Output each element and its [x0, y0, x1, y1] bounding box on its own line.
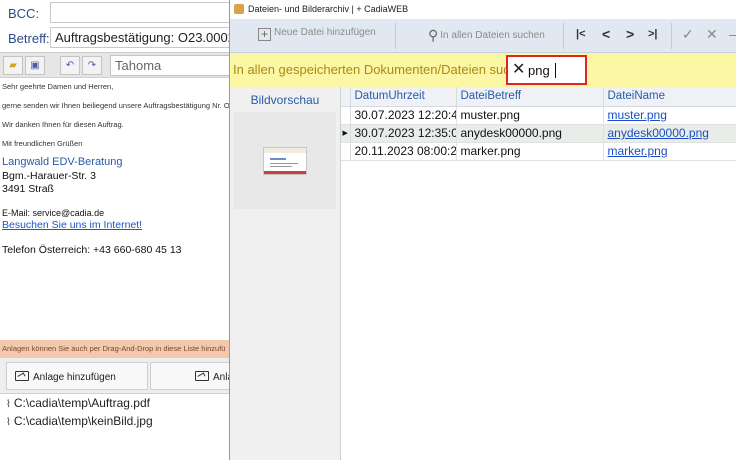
signature-city: 3491 Straß — [2, 182, 54, 195]
first-record-icon[interactable]: |< — [576, 28, 586, 40]
search-label: In allen gespeicherten Dokumenten/Dateie… — [233, 62, 532, 77]
app-icon — [234, 4, 244, 14]
cell-filename-link[interactable]: muster.png — [603, 106, 736, 125]
current-row-arrow-icon: ▶ — [341, 124, 351, 143]
magnifier-icon: ⚲ — [428, 27, 439, 43]
website-link[interactable]: Besuchen Sie uns im Internet! — [2, 219, 230, 232]
bcc-row: BCC: — [0, 0, 232, 25]
row-indicator — [341, 142, 351, 161]
folder-open-icon — [195, 371, 209, 381]
attachment-hint: Anlagen können Sie auch per Drag-And-Dro… — [0, 340, 232, 358]
new-file-label: Neue Datei hinzufügen — [274, 27, 376, 38]
add-attachment-button[interactable]: Anlage hinzufügen — [6, 362, 148, 390]
plus-icon: + — [258, 28, 271, 41]
table-row[interactable]: 30.07.2023 12:20:43 muster.png muster.pn… — [341, 106, 736, 125]
attachment-item[interactable]: ⌇ C:\cadia\temp\Auftrag.pdf — [0, 396, 232, 414]
paperclip-icon: ⌇ — [6, 417, 11, 428]
text-caret — [555, 63, 556, 78]
search-all-label: In allen Dateien suchen — [440, 30, 545, 41]
clear-search-icon[interactable]: ✕ — [512, 61, 525, 79]
attachment-toolbar: Anlage hinzufügen Anla — [0, 358, 232, 394]
column-header-subject[interactable]: DateiBetreff — [456, 87, 604, 107]
body-closing: Mit freundlichen Grüßen — [2, 139, 83, 148]
signature-street: Bgm.-Harauer-Str. 3 — [2, 169, 96, 182]
subject-field[interactable]: Auftragsbestätigung: O23.00026 — [50, 27, 232, 48]
subject-label: Betreff: — [8, 31, 50, 46]
image-preview-panel: Bildvorschau — [230, 87, 340, 460]
cell-date: 30.07.2023 12:20:43 — [350, 106, 457, 125]
dialog-title: Dateien- und Bilderarchiv | + CadiaWEB — [248, 4, 409, 14]
next-record-icon[interactable]: > — [626, 26, 634, 42]
dialog-title-bar: Dateien- und Bilderarchiv | + CadiaWEB — [230, 0, 736, 19]
body-greeting: Sehr geehrte Damen und Herren, — [2, 82, 114, 91]
add-attachment-label: Anlage hinzufügen — [33, 372, 116, 383]
preview-title: Bildvorschau — [250, 93, 320, 107]
folder-open-icon — [15, 371, 29, 381]
dialog-toolbar: + Neue Datei hinzufügen ⚲ In allen Dateien… — [230, 19, 736, 53]
toolbar-separator — [395, 23, 396, 49]
cell-subject: marker.png — [456, 142, 604, 161]
attachment-list: ⌇ C:\cadia\temp\Auftrag.pdf ⌇ C:\cadia\tem… — [0, 394, 232, 460]
signature-phone: Telefon Österreich: +43 660-680 45 13 — [2, 244, 182, 257]
signature: Langwald EDV-Beratung Bgm.-Harauer-Str. … — [2, 156, 230, 258]
file-grid: DatumUhrzeit DateiBetreff DateiName 30.0… — [340, 87, 736, 460]
grid-header: DatumUhrzeit DateiBetreff DateiName — [341, 87, 736, 107]
column-header-date[interactable]: DatumUhrzeit — [350, 87, 457, 107]
save-icon[interactable]: ▣ — [25, 56, 45, 75]
row-indicator — [341, 106, 351, 125]
open-folder-icon[interactable]: ▰ — [3, 56, 23, 75]
signature-company: Langwald EDV-Beratung — [2, 156, 123, 168]
paperclip-icon: ⌇ — [6, 399, 11, 410]
minus-icon[interactable]: – — [729, 26, 736, 42]
bcc-field[interactable] — [50, 2, 232, 23]
cancel-icon[interactable]: ✕ — [706, 26, 718, 43]
cell-filename-link[interactable]: marker.png — [603, 142, 736, 161]
last-record-icon[interactable]: >| — [648, 28, 658, 40]
preview-image — [234, 112, 336, 209]
column-header-filename[interactable]: DateiName — [603, 87, 736, 107]
new-file-button[interactable]: + Neue Datei hinzufügen — [258, 27, 376, 41]
subject-row: Betreff: Auftragsbestätigung: O23.00026 — [0, 25, 232, 50]
checkmark-icon[interactable]: ✓ — [682, 26, 694, 43]
bcc-label: BCC: — [8, 6, 40, 21]
redo-icon[interactable]: ↷ — [82, 56, 102, 75]
editor-toolbar: ▰ ▣ ↶ ↷ Tahoma — [0, 52, 232, 78]
body-line-1: gerne senden wir Ihnen beiliegend unsere… — [2, 101, 232, 110]
email-editor: BCC: Betreff: Auftragsbestätigung: O23.0… — [0, 0, 232, 460]
toolbar-separator — [671, 23, 672, 49]
body-line-2: Wir danken Ihnen für diesen Auftrag. — [2, 120, 124, 129]
search-bar: In allen gespeicherten Dokumenten/Dateie… — [230, 53, 736, 87]
previous-record-icon[interactable]: < — [602, 26, 610, 42]
file-archive-dialog: Dateien- und Bilderarchiv | + CadiaWEB +… — [229, 0, 736, 460]
second-attachment-button[interactable]: Anla — [150, 362, 232, 390]
search-box: ✕ — [506, 55, 587, 85]
signature-email: E-Mail: service@cadia.de — [2, 208, 105, 218]
email-body[interactable]: Sehr geehrte Damen und Herren, gerne sen… — [0, 78, 232, 340]
toolbar-separator — [563, 23, 564, 49]
cell-date: 30.07.2023 12:35:06 — [350, 124, 457, 143]
undo-icon[interactable]: ↶ — [60, 56, 80, 75]
search-all-button[interactable]: ⚲ In allen Dateien suchen — [428, 27, 545, 44]
table-row[interactable]: ▶ 30.07.2023 12:35:06 anydesk00000.png a… — [341, 124, 736, 143]
cell-subject: muster.png — [456, 106, 604, 125]
preview-thumbnail — [263, 147, 307, 175]
row-indicator-header — [341, 87, 351, 107]
cell-date: 20.11.2023 08:00:26 — [350, 142, 457, 161]
attachment-item[interactable]: ⌇ C:\cadia\temp\keinBild.jpg — [0, 414, 232, 432]
table-row[interactable]: 20.11.2023 08:00:26 marker.png marker.pn… — [341, 142, 736, 161]
font-selector[interactable]: Tahoma — [110, 55, 232, 76]
cell-filename-link[interactable]: anydesk00000.png — [603, 124, 736, 143]
cell-subject: anydesk00000.png — [456, 124, 604, 143]
